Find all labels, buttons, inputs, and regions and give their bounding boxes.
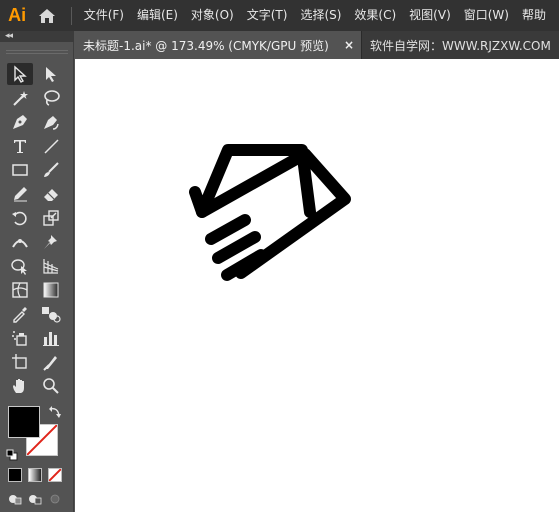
zoom-icon	[43, 378, 59, 394]
zoom-tool[interactable]	[38, 375, 64, 397]
magic-wand-tool[interactable]	[7, 87, 33, 109]
lasso-icon	[44, 90, 60, 106]
blend-icon	[42, 307, 61, 323]
mesh-tool[interactable]	[7, 279, 33, 301]
none-icon	[49, 469, 61, 481]
eyedropper-tool[interactable]	[7, 303, 33, 325]
menu-bar: Ai 文件(F) 编辑(E) 对象(O) 文字(T) 选择(S) 效果(C) 视…	[0, 0, 559, 31]
symbol-sprayer-icon	[12, 331, 27, 346]
tab-document-inactive[interactable]: 软件自学网：WWW.RJZXW.COM	[361, 31, 559, 59]
rotate-icon	[12, 211, 27, 226]
eraser-icon	[44, 189, 58, 201]
paintbrush-tool[interactable]	[38, 159, 64, 181]
scale-tool[interactable]	[38, 207, 64, 229]
gradient-mode-button[interactable]	[28, 468, 42, 482]
pencil-icon	[14, 187, 27, 202]
home-button[interactable]	[34, 0, 61, 31]
paintbrush-icon	[44, 162, 59, 177]
shape-builder-tool[interactable]	[7, 255, 33, 277]
selection-tool[interactable]	[7, 63, 33, 85]
eyedropper-icon	[13, 307, 27, 323]
scale-icon	[43, 210, 59, 226]
width-icon	[12, 239, 28, 248]
lasso-tool[interactable]	[38, 87, 64, 109]
artboard-tool[interactable]	[7, 351, 33, 373]
default-colors-icon	[6, 449, 18, 461]
collapse-icon[interactable]: ◂◂	[5, 31, 13, 42]
magic-wand-icon	[13, 91, 28, 106]
app-logo: Ai	[8, 5, 27, 25]
none-mode-button[interactable]	[48, 468, 62, 482]
toolbar-header: ◂◂	[0, 31, 74, 42]
gradient-icon	[43, 282, 59, 298]
finger-1	[205, 214, 251, 245]
draw-normal-button[interactable]	[7, 492, 23, 506]
draw-inside-button[interactable]	[47, 492, 63, 506]
menu-select[interactable]: 选择(S)	[300, 0, 341, 31]
fill-color-swatch[interactable]	[8, 406, 40, 438]
menu-object[interactable]: 对象(O)	[191, 0, 234, 31]
menu-window[interactable]: 窗口(W)	[464, 0, 509, 31]
eraser-tool[interactable]	[38, 183, 64, 205]
knife-icon	[43, 356, 57, 371]
swap-arrow-icon	[49, 406, 61, 418]
hand-tool[interactable]	[7, 375, 33, 397]
menu-help[interactable]: 帮助	[522, 0, 546, 31]
home-icon	[39, 8, 56, 23]
width-tool[interactable]	[7, 231, 33, 253]
menu-effect[interactable]: 效果(C)	[354, 0, 396, 31]
rotate-tool[interactable]	[7, 207, 33, 229]
hand-card-artwork[interactable]	[75, 59, 559, 512]
type-tool[interactable]	[7, 135, 33, 157]
pushpin-icon	[44, 235, 57, 249]
puppet-warp-tool[interactable]	[38, 231, 64, 253]
hand-icon	[13, 379, 24, 393]
shape-builder-icon	[11, 259, 27, 275]
mesh-icon	[12, 282, 28, 298]
menu-edit[interactable]: 编辑(E)	[137, 0, 178, 31]
menu-divider	[70, 6, 72, 25]
draw-behind-icon	[29, 495, 42, 505]
draw-behind-button[interactable]	[27, 492, 43, 506]
column-graph-icon	[43, 332, 59, 346]
artboard-canvas[interactable]	[75, 59, 559, 512]
curvature-tool[interactable]	[38, 111, 64, 133]
direct-selection-tool[interactable]	[38, 63, 64, 85]
curvature-icon	[44, 116, 59, 130]
line-segment-tool[interactable]	[38, 135, 64, 157]
artboard-icon	[12, 354, 27, 369]
blend-tool[interactable]	[38, 303, 64, 325]
rectangle-tool[interactable]	[7, 159, 33, 181]
tab-document-active[interactable]: 未标题-1.ai* @ 173.49% (CMYK/GPU 预览)	[74, 31, 361, 59]
tab-inactive-label: 软件自学网：WWW.RJZXW.COM	[370, 38, 551, 53]
type-icon	[14, 140, 26, 153]
line-segment-icon	[44, 139, 59, 154]
column-graph-tool[interactable]	[38, 327, 64, 349]
symbol-sprayer-tool[interactable]	[7, 327, 33, 349]
gradient-tool[interactable]	[38, 279, 64, 301]
slice-tool[interactable]	[38, 351, 64, 373]
menu-file[interactable]: 文件(F)	[84, 0, 124, 31]
swap-fill-stroke-button[interactable]	[48, 404, 62, 418]
draw-normal-icon	[9, 495, 22, 505]
tools-panel	[0, 42, 74, 512]
toolbar-grip[interactable]	[6, 50, 68, 54]
menu-type[interactable]: 文字(T)	[247, 0, 288, 31]
tab-close-button[interactable]: ×	[344, 31, 354, 59]
color-mode-button[interactable]	[8, 468, 22, 482]
document-tab-bar: 未标题-1.ai* @ 173.49% (CMYK/GPU 预览) × 软件自学…	[74, 31, 559, 59]
selection-arrow-icon	[14, 65, 27, 83]
draw-inside-icon	[50, 494, 60, 504]
pen-icon	[13, 115, 27, 129]
shaper-tool[interactable]	[7, 183, 33, 205]
perspective-grid-tool[interactable]	[38, 255, 64, 277]
menu-view[interactable]: 视图(V)	[409, 0, 451, 31]
direct-selection-icon	[46, 67, 56, 82]
perspective-grid-icon	[43, 259, 59, 274]
pen-tool[interactable]	[7, 111, 33, 133]
rectangle-icon	[12, 164, 28, 176]
tab-document-label: 未标题-1.ai* @ 173.49% (CMYK/GPU 预览)	[83, 38, 329, 53]
default-fill-stroke-button[interactable]	[6, 446, 18, 461]
